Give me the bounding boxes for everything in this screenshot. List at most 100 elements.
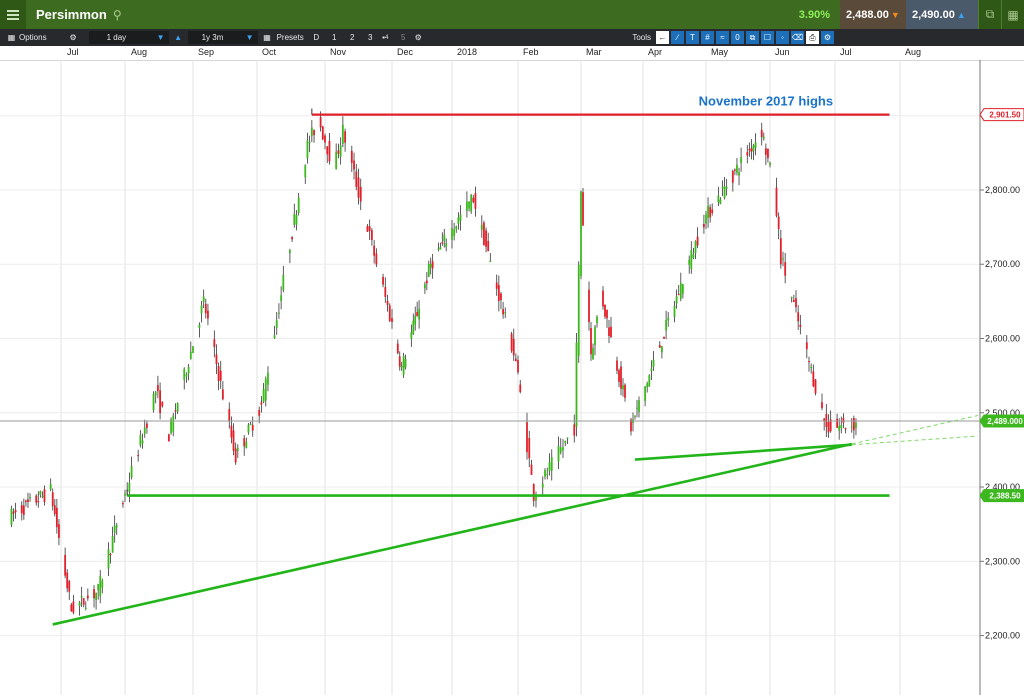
eraser-tool-icon[interactable]: ⌫ <box>791 31 804 44</box>
candle-body <box>14 509 17 513</box>
text-tool-icon[interactable]: T <box>686 31 699 44</box>
fibonacci-tool-icon[interactable]: ≈ <box>716 31 729 44</box>
buy-price: 2,490.00 <box>912 8 955 21</box>
tool-settings-icon[interactable]: ⚙ <box>821 31 834 44</box>
interval-select[interactable]: 1 day ▼ <box>88 31 169 44</box>
y-tick-label: 2,800.00 <box>985 185 1020 195</box>
candle-body <box>217 366 220 382</box>
preset-button-4[interactable]: ▪ 4 <box>379 31 392 44</box>
line-tool-icon[interactable]: ∕ <box>671 31 684 44</box>
trendline-extension <box>851 435 979 446</box>
candle-body <box>27 499 29 502</box>
candle-body <box>304 165 307 178</box>
candle-body <box>648 375 651 387</box>
preset-button-3[interactable]: 3 <box>364 31 377 44</box>
shape-tool-icon[interactable]: ◦ <box>776 31 789 44</box>
candle-body <box>468 201 470 209</box>
lock-icon[interactable]: ▲ <box>172 31 185 44</box>
sell-price-button[interactable]: 2,488.00 ▼ <box>840 0 906 29</box>
candle-body <box>652 359 655 367</box>
candle-body <box>321 126 324 140</box>
candle-body <box>357 177 360 198</box>
month-label: Mar <box>586 47 602 57</box>
candle-body <box>221 389 224 400</box>
candle-body <box>111 535 114 553</box>
candle-body <box>113 525 116 533</box>
window-layout-icon[interactable]: ▦ <box>1001 0 1024 29</box>
candle-body <box>141 440 144 444</box>
candle-body <box>709 207 712 218</box>
candle-body <box>814 379 817 394</box>
candle-body <box>410 332 413 339</box>
candle-body <box>573 424 576 436</box>
zero-tool-button[interactable]: 0 <box>731 31 744 44</box>
candle-body <box>850 426 853 428</box>
candle-body <box>673 305 676 317</box>
candle-body <box>437 248 440 250</box>
candle-body <box>404 359 407 368</box>
candle-body <box>808 360 810 363</box>
support-price-tag: 2,388.50 <box>979 489 1024 503</box>
channel-tool-icon[interactable]: ☐ <box>761 31 774 44</box>
candle-body <box>622 385 624 390</box>
menu-button[interactable] <box>0 0 26 29</box>
candle-body <box>517 360 519 373</box>
candle-body <box>548 462 551 472</box>
buy-price-button[interactable]: 2,490.00 ▲ <box>906 0 978 29</box>
candle-body <box>293 213 296 225</box>
candle-body <box>455 226 458 230</box>
candle-body <box>232 430 235 451</box>
candle-body <box>280 295 283 302</box>
candle-body <box>213 339 216 348</box>
candle-body <box>805 342 808 350</box>
sell-price: 2,488.00 <box>846 8 889 21</box>
candle-body <box>313 130 315 136</box>
chart-settings-gear-icon[interactable]: ⚙ <box>412 31 425 44</box>
candle-body <box>375 253 378 265</box>
candle-body <box>159 390 161 414</box>
grid-tool-icon[interactable]: # <box>701 31 714 44</box>
preset-button-5[interactable]: 5 <box>397 31 410 44</box>
price-chart[interactable]: 2,200.002,300.002,400.002,500.002,600.00… <box>0 60 1024 695</box>
candle-body <box>810 366 813 369</box>
candle-body <box>35 495 38 503</box>
candle-body <box>799 324 802 328</box>
calendar-icon[interactable]: ▦ <box>261 31 274 44</box>
candle-body <box>838 425 841 431</box>
options-button[interactable]: ▦ Options <box>0 29 51 46</box>
candle-body <box>64 554 67 576</box>
candles <box>10 111 857 616</box>
annotation-label: November 2017 highs <box>699 94 833 109</box>
candle-body <box>41 495 44 498</box>
candle-body <box>842 417 845 423</box>
candle-body <box>470 195 473 212</box>
window-copy-icon[interactable]: ⧉ <box>978 0 1001 29</box>
candle-body <box>457 217 460 224</box>
search-icon[interactable]: ⚲ <box>113 8 122 22</box>
cursor-arrow-icon[interactable]: ← <box>656 31 669 44</box>
candle-body <box>152 394 155 411</box>
month-label: May <box>711 47 729 57</box>
candle-body <box>769 162 771 165</box>
print-icon[interactable]: ⎙ <box>806 31 819 44</box>
support-price-tag-text: 2,388.50 <box>989 492 1021 501</box>
candle-body <box>443 234 446 242</box>
candle-body <box>711 209 714 214</box>
preset-button-d[interactable]: D <box>310 31 323 44</box>
copy-tool-icon[interactable]: ⧉ <box>746 31 759 44</box>
candle-body <box>273 335 276 339</box>
candle-body <box>200 305 203 314</box>
month-label: Feb <box>523 47 539 57</box>
month-label: Nov <box>330 47 347 57</box>
range-select[interactable]: 1y 3m ▼ <box>187 31 258 44</box>
preset-button-1[interactable]: 1 <box>328 31 341 44</box>
preset-button-2[interactable]: 2 <box>346 31 359 44</box>
candle-body <box>157 385 159 392</box>
hamburger-icon <box>7 13 19 16</box>
candle-body <box>418 308 420 320</box>
candle-body <box>734 169 736 171</box>
chart-toolbar: ▦ Options ⚙ 1 day ▼ ▲ 1y 3m ▼ ▦ Presets … <box>0 29 1024 46</box>
candle-body <box>667 317 670 321</box>
sell-arrow-icon: ▼ <box>890 9 900 20</box>
settings-gear-icon[interactable]: ⚙ <box>67 31 80 44</box>
